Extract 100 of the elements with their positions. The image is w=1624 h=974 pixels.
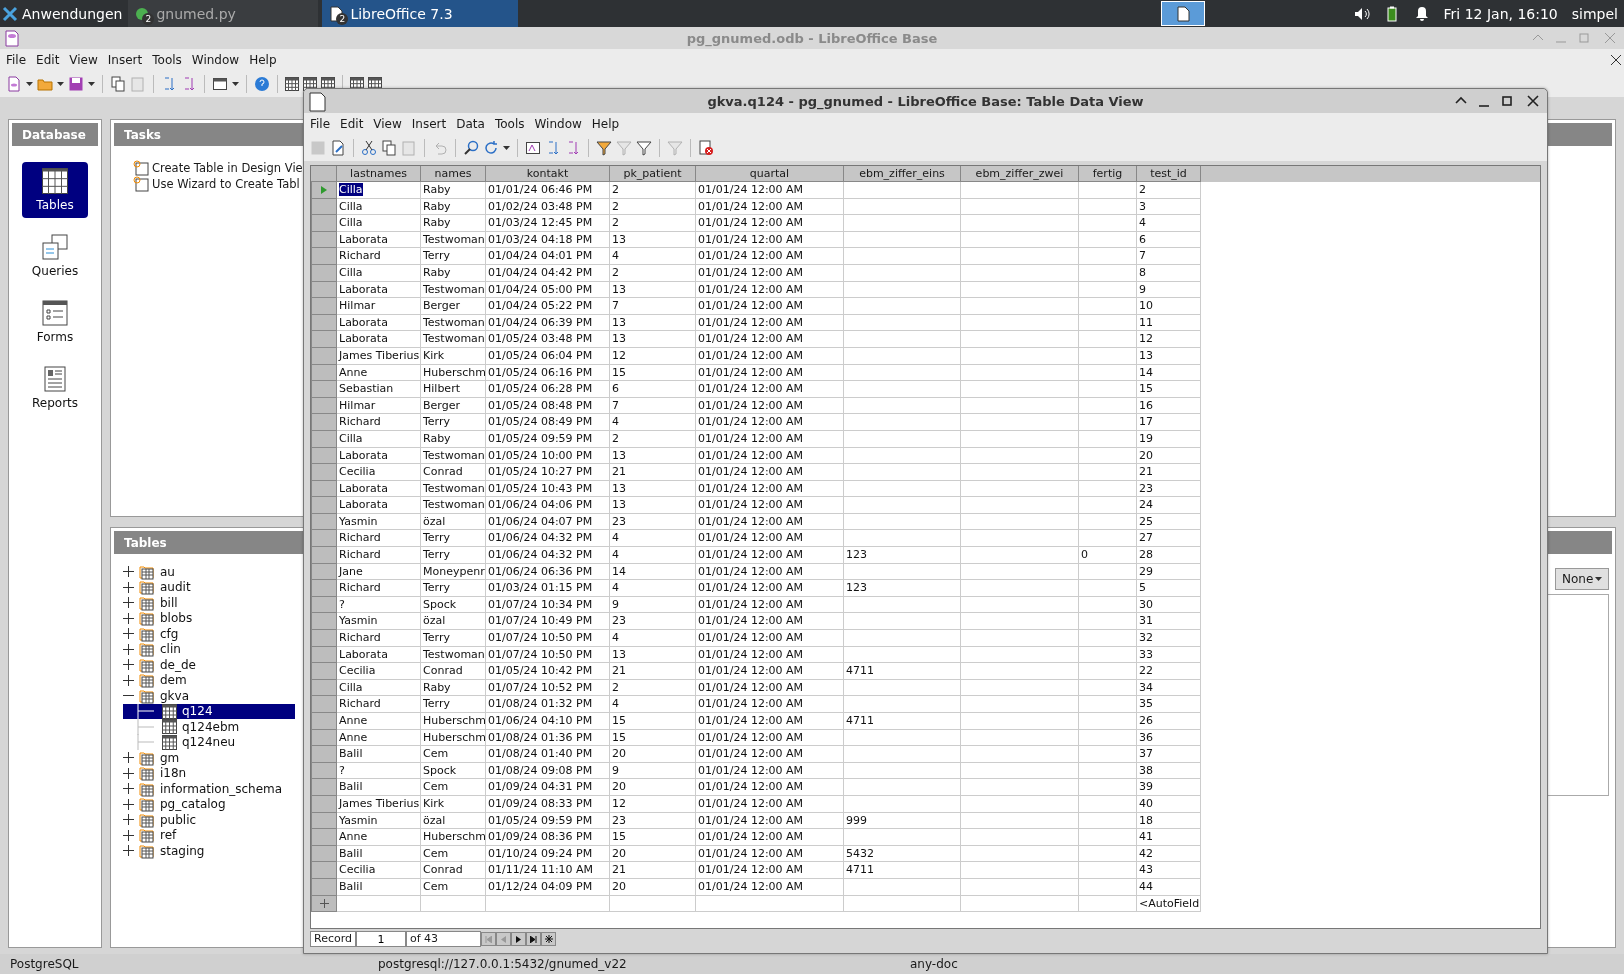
menu-item[interactable]: Window [191,53,246,67]
menu-item[interactable]: View [69,53,104,67]
column-header[interactable]: ebm_ziffer_eins [844,166,961,182]
table-cell: Anne [337,729,421,747]
preview-dropdown[interactable]: None [1555,568,1609,590]
database-nav-item[interactable]: Tables [22,162,88,218]
tree-item[interactable]: cfg [123,626,179,642]
expand-icon[interactable] [123,643,134,655]
taskbar-button[interactable]: 2 gnumed.py [128,0,319,27]
schema-folder-icon [139,827,155,844]
column-header[interactable]: quartal [696,166,844,182]
menu-item[interactable]: Tools [152,53,188,67]
expand-icon[interactable] [123,798,134,810]
delete-record-icon[interactable] [698,140,714,156]
autofilter-icon[interactable] [596,140,612,156]
task-link[interactable]: Create Table in Design Vie [133,160,303,176]
table-cell [1079,231,1137,249]
table-cell: 29 [1137,563,1201,581]
tree-item[interactable]: clin [123,641,181,657]
expand-icon[interactable] [123,752,134,764]
table-cell: 01/06/24 04:07 PM [486,513,610,531]
table-cell: 4 [610,630,696,647]
tree-item[interactable]: ref [123,827,177,843]
tree-item[interactable]: audit [123,579,191,595]
last-record-button[interactable] [526,932,541,946]
tree-item[interactable]: de_de [123,657,196,673]
column-header[interactable]: names [421,166,486,182]
menu-item[interactable]: Help [249,53,283,67]
form-icon[interactable] [212,76,228,92]
copy-icon[interactable] [381,140,397,156]
remove-filter-icon[interactable] [667,140,683,156]
record-number-field[interactable]: 1 [356,931,406,947]
tree-item[interactable]: information_schema [123,781,283,797]
expand-icon[interactable] [123,659,134,671]
taskbar-button[interactable]: 2 LibreOffice 7.3 [322,0,519,27]
expand-icon[interactable] [123,566,134,578]
expand-icon[interactable] [123,845,134,857]
menu-item[interactable]: Edit [36,53,66,67]
launcher-label[interactable]: Anwendungen [22,5,123,22]
menu-item[interactable]: Insert [107,53,149,67]
table-cell: Richard [337,580,421,597]
column-header[interactable]: lastnames [337,166,421,182]
copy-icon[interactable] [110,76,126,92]
tree-item[interactable]: bill [123,595,178,611]
caret-icon[interactable] [1595,577,1602,581]
next-record-button[interactable] [511,932,526,946]
edit-icon[interactable] [330,140,346,156]
expand-icon[interactable] [123,597,134,609]
search-icon[interactable] [463,140,479,156]
database-nav-item[interactable]: Queries [22,228,88,284]
column-header[interactable]: kontakt [486,166,610,182]
tree-item[interactable]: q124neu [123,734,236,750]
table-cell: ? [337,762,421,780]
menu-item[interactable]: File [6,53,33,67]
tree-item[interactable]: q124 [123,703,295,719]
tree-item[interactable]: gm [123,750,180,766]
tree-line [137,703,157,720]
caret-icon[interactable] [26,82,33,86]
expand-icon[interactable] [123,612,134,624]
column-header[interactable]: pk_patient [610,166,696,182]
table-cell: Testwoman [421,646,486,664]
task-link[interactable]: Use Wizard to Create Tabl [133,176,300,192]
database-nav-item[interactable]: Forms [22,294,88,350]
caret-icon[interactable] [57,82,64,86]
expand-icon[interactable] [123,581,134,593]
caret-icon[interactable] [232,82,239,86]
expand-icon[interactable] [123,674,134,686]
expand-icon[interactable] [123,814,134,826]
tree-item[interactable]: i18n [123,765,187,781]
database-nav-item[interactable]: Reports [22,360,88,416]
tree-item[interactable]: pg_catalog [123,796,226,812]
workspace-switcher[interactable] [1160,1,1205,26]
tree-item[interactable]: gkva [123,688,190,704]
column-header[interactable]: test_id [1137,166,1201,182]
help-icon[interactable] [254,76,270,92]
expand-icon[interactable] [123,829,134,841]
tree-item[interactable]: staging [123,843,205,859]
tree-item[interactable]: q124ebm [123,719,240,735]
expand-icon[interactable] [123,628,134,640]
first-record-button[interactable] [481,932,496,946]
table-cell: Balil [337,746,421,763]
save-icon[interactable] [68,76,84,92]
filter-icon[interactable] [636,140,652,156]
expand-icon[interactable] [123,783,134,795]
tree-item[interactable]: blobs [123,610,193,626]
column-header[interactable]: ebm_ziffer_zwei [961,166,1079,182]
tree-item[interactable]: public [123,812,197,828]
new-database-icon[interactable] [6,76,22,92]
cut-icon[interactable] [361,140,377,156]
tree-item[interactable]: au [123,564,175,580]
table-cell: 35 [1137,696,1201,713]
tree-item[interactable]: dem [123,672,187,688]
table-cell: 01/01/24 06:46 PM [486,182,610,199]
refresh-icon[interactable] [483,140,499,156]
table-cell: 01/01/24 12:00 AM [696,513,844,531]
expand-icon[interactable] [123,767,134,779]
column-header[interactable]: fertig [1079,166,1137,182]
sort-icon[interactable] [525,140,541,156]
caret-icon[interactable] [88,82,95,86]
new-record-button[interactable] [541,932,556,946]
